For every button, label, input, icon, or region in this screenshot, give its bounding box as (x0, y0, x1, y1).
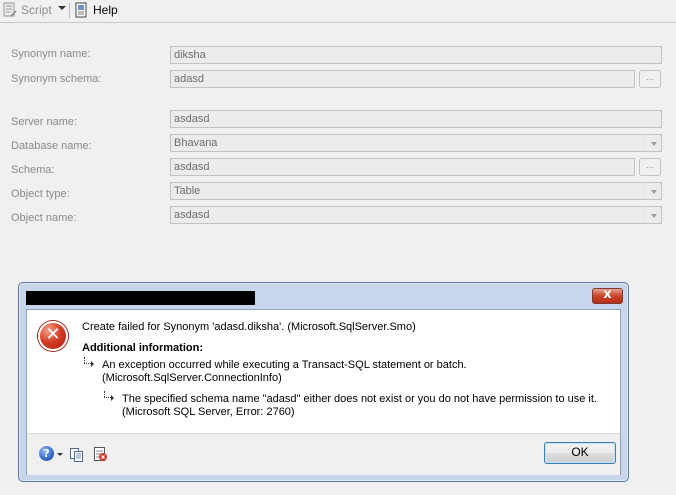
synonym-name-field[interactable]: diksha (170, 46, 662, 64)
toolbar: Script Help (0, 0, 676, 23)
inner-exception-1-line-2: (Microsoft.SqlServer.ConnectionInfo) (102, 372, 282, 384)
close-icon: x (603, 287, 612, 302)
database-name-label: Database name: (11, 140, 92, 152)
error-icon: ✕ (38, 321, 68, 351)
ok-button[interactable]: OK (544, 442, 616, 464)
synonym-schema-label: Synonym schema: (11, 73, 102, 85)
redacted-title (26, 291, 255, 305)
combo-divider (644, 135, 645, 151)
inner-exception-2-line-1: The specified schema name "adasd" either… (122, 393, 597, 405)
script-icon (2, 2, 18, 18)
help-button[interactable]: Help (74, 2, 118, 18)
help-dropdown-arrow[interactable] (57, 453, 63, 456)
error-cross-glyph: ✕ (45, 324, 61, 345)
server-name-label: Server name: (11, 116, 78, 128)
synonym-name-label: Synonym name: (11, 48, 91, 60)
copy-icon[interactable] (69, 446, 85, 462)
inner-exception-2-line-2: (Microsoft SQL Server, Error: 2760) (122, 406, 295, 418)
inner-exception-1-line-1: An exception occurred while executing a … (102, 359, 467, 371)
object-name-combo[interactable]: asdasd (170, 206, 662, 224)
chevron-down-icon[interactable] (651, 214, 657, 218)
help-book-icon (74, 2, 90, 18)
combo-divider (644, 207, 645, 223)
dialog-content: ✕ Create failed for Synonym 'adasd.diksh… (26, 309, 621, 475)
dialog-footer: ? OK (27, 433, 620, 475)
object-name-label: Object name: (11, 212, 77, 224)
main-error-message: Create failed for Synonym 'adasd.diksha'… (82, 321, 416, 333)
chevron-down-icon[interactable] (651, 190, 657, 194)
help-icon[interactable]: ? (39, 446, 54, 461)
toolbar-separator (69, 3, 70, 18)
error-dialog: x ✕ Create failed for Synonym 'adasd.dik… (18, 282, 629, 482)
schema-browse-button[interactable]: ... (639, 158, 661, 176)
server-name-field[interactable]: asdasd (170, 110, 662, 128)
object-type-value: Table (174, 185, 201, 197)
show-details-icon[interactable] (92, 446, 108, 462)
object-name-value: asdasd (174, 209, 210, 221)
help-label: Help (93, 3, 118, 17)
dialog-titlebar[interactable]: x (19, 283, 628, 309)
synonym-schema-field[interactable]: adasd (170, 70, 635, 88)
schema-label: Schema: (11, 164, 55, 176)
chevron-down-icon[interactable] (651, 142, 657, 146)
synonym-schema-browse-button[interactable]: ... (639, 70, 661, 88)
additional-info-header: Additional information: (82, 342, 203, 354)
script-dropdown-arrow[interactable] (58, 6, 66, 10)
schema-field[interactable]: asdasd (170, 158, 635, 176)
close-button[interactable]: x (592, 287, 623, 304)
script-label: Script (21, 3, 52, 17)
combo-divider (644, 183, 645, 199)
database-name-value: Bhavana (174, 137, 218, 149)
object-type-label: Object type: (11, 188, 70, 200)
tree-arrow-icon (102, 391, 116, 401)
script-button[interactable]: Script (2, 2, 52, 18)
database-name-combo[interactable]: Bhavana (170, 134, 662, 152)
object-type-combo[interactable]: Table (170, 182, 662, 200)
tree-arrow-icon (82, 357, 96, 367)
